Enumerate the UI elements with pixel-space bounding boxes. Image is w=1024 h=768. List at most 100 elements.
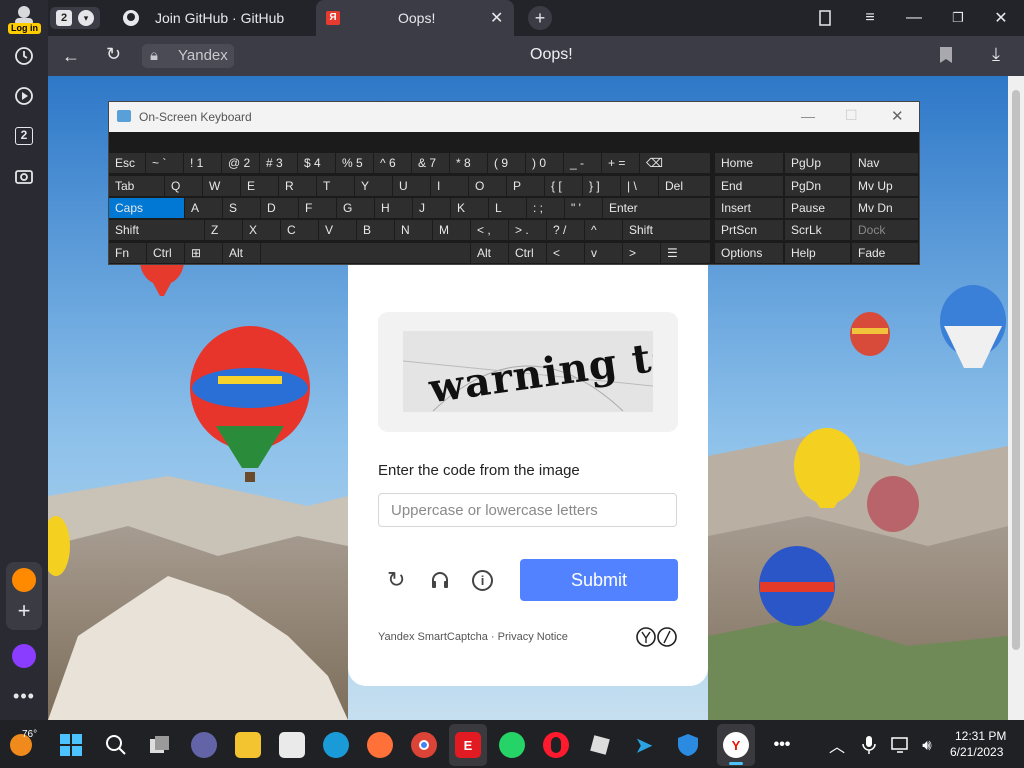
- osk-nav-key[interactable]: Insert: [715, 198, 783, 218]
- osk-title-bar[interactable]: On-Screen Keyboard — ☐ ✕: [109, 102, 919, 132]
- osk-key[interactable]: ⊞: [185, 243, 222, 263]
- info-icon[interactable]: i: [472, 570, 493, 591]
- roblox-icon[interactable]: [587, 732, 613, 758]
- osk-key[interactable]: H: [375, 198, 412, 218]
- osk-key[interactable]: Del: [659, 176, 710, 196]
- clock-date[interactable]: 6/21/2023: [950, 745, 1003, 759]
- collections-icon[interactable]: [815, 0, 835, 36]
- osk-key[interactable]: Ctrl: [147, 243, 184, 263]
- search-icon[interactable]: [103, 732, 129, 758]
- tabs-count-icon[interactable]: 2: [12, 124, 36, 148]
- osk-key[interactable]: G: [337, 198, 374, 218]
- osk-nav-key[interactable]: Dock: [852, 220, 918, 240]
- osk-key[interactable]: S: [223, 198, 260, 218]
- osk-key[interactable]: U: [393, 176, 430, 196]
- osk-key[interactable]: v: [585, 243, 622, 263]
- osk-key[interactable]: N: [395, 220, 432, 240]
- osk-key[interactable]: D: [261, 198, 298, 218]
- restore-icon[interactable]: ❐: [948, 0, 968, 36]
- reload-captcha-icon[interactable]: ↻: [387, 567, 405, 593]
- osk-nav-key[interactable]: PgUp: [785, 153, 850, 173]
- osk-key[interactable]: @ 2: [222, 153, 259, 173]
- new-tab-button[interactable]: +: [528, 6, 552, 30]
- osk-key[interactable]: & 7: [412, 153, 449, 173]
- osk-nav-key[interactable]: PrtScn: [715, 220, 783, 240]
- menu-icon[interactable]: ≡: [860, 0, 880, 36]
- more-icon[interactable]: •••: [12, 684, 36, 708]
- osk-key[interactable]: > .: [509, 220, 546, 240]
- alice-assistant-icon[interactable]: [12, 644, 36, 668]
- osk-key[interactable]: : ;: [527, 198, 564, 218]
- osk-key[interactable]: ! 1: [184, 153, 221, 173]
- osk-key[interactable]: Caps: [109, 198, 184, 218]
- more-apps-icon[interactable]: •••: [769, 732, 795, 758]
- yandex-browser-icon[interactable]: Y: [723, 732, 749, 758]
- history-icon[interactable]: [12, 44, 36, 68]
- whatsapp-icon[interactable]: [499, 732, 525, 758]
- network-icon[interactable]: [888, 732, 914, 758]
- osk-key[interactable]: Tab: [109, 176, 164, 196]
- osk-key[interactable]: X: [243, 220, 280, 240]
- security-shield-icon[interactable]: [675, 732, 701, 758]
- osk-key[interactable]: Esc: [109, 153, 145, 173]
- login-badge[interactable]: Log in: [8, 23, 41, 34]
- close-tab-icon[interactable]: ✕: [490, 8, 503, 28]
- osk-key[interactable]: W: [203, 176, 240, 196]
- osk-key[interactable]: B: [357, 220, 394, 240]
- osk-close-icon[interactable]: ✕: [891, 107, 904, 125]
- bookmark-icon[interactable]: [940, 47, 952, 68]
- back-icon[interactable]: ←: [62, 46, 80, 67]
- osk-key[interactable]: I: [431, 176, 468, 196]
- tab-group-counter[interactable]: 2 ▾: [50, 7, 100, 29]
- site-chip[interactable]: 🔒︎ Yandex: [142, 44, 234, 68]
- osk-key[interactable]: _ -: [564, 153, 601, 173]
- osk-key[interactable]: E: [241, 176, 278, 196]
- osk-key[interactable]: * 8: [450, 153, 487, 173]
- audio-captcha-icon[interactable]: [430, 570, 450, 595]
- download-icon[interactable]: ⤓: [992, 44, 1000, 65]
- task-view-icon[interactable]: [147, 732, 173, 758]
- osk-nav-key[interactable]: Options: [715, 243, 783, 263]
- clock-time[interactable]: 12:31 PM: [955, 729, 1006, 743]
- osk-key[interactable]: Shift: [623, 220, 710, 240]
- chrome-icon[interactable]: [411, 732, 437, 758]
- firefox-icon[interactable]: [367, 732, 393, 758]
- osk-nav-key[interactable]: Mv Dn: [852, 198, 918, 218]
- minimize-icon[interactable]: —: [904, 0, 924, 36]
- osk-key[interactable]: ^ 6: [374, 153, 411, 173]
- osk-key[interactable]: L: [489, 198, 526, 218]
- osk-nav-key[interactable]: PgDn: [785, 176, 850, 196]
- osk-nav-key[interactable]: ScrLk: [785, 220, 850, 240]
- tab-oops[interactable]: Я Oops! ✕: [316, 0, 514, 36]
- tray-chevron-icon[interactable]: ︿: [824, 732, 850, 758]
- add-app-icon[interactable]: +: [12, 600, 36, 624]
- text-editor-app-icon[interactable]: E: [455, 732, 481, 758]
- osk-key[interactable]: ) 0: [526, 153, 563, 173]
- osk-nav-key[interactable]: Nav: [852, 153, 918, 173]
- volume-icon[interactable]: 🔊︎: [914, 732, 940, 758]
- screenshot-icon[interactable]: [12, 164, 36, 188]
- profile-avatar[interactable]: Log in: [8, 2, 41, 34]
- osk-key[interactable]: C: [281, 220, 318, 240]
- osk-key[interactable]: " ': [565, 198, 602, 218]
- submit-button[interactable]: Submit: [520, 559, 678, 601]
- osk-key[interactable]: } ]: [583, 176, 620, 196]
- osk-key[interactable]: ^: [585, 220, 622, 240]
- osk-key[interactable]: K: [451, 198, 488, 218]
- osk-key[interactable]: Ctrl: [509, 243, 546, 263]
- osk-key[interactable]: ⌫: [640, 153, 710, 173]
- osk-key[interactable]: ~ `: [146, 153, 183, 173]
- page-scrollbar[interactable]: [1008, 76, 1024, 720]
- osk-key[interactable]: | \: [621, 176, 658, 196]
- osk-key[interactable]: Alt: [471, 243, 508, 263]
- osk-key[interactable]: Alt: [223, 243, 260, 263]
- osk-key[interactable]: >: [623, 243, 660, 263]
- osk-nav-key[interactable]: Mv Up: [852, 176, 918, 196]
- mail-app-icon[interactable]: [12, 568, 36, 592]
- osk-key[interactable]: ☰: [661, 243, 710, 263]
- chevron-down-icon[interactable]: ▾: [78, 10, 94, 26]
- osk-key[interactable]: R: [279, 176, 316, 196]
- osk-key[interactable]: Fn: [109, 243, 146, 263]
- osk-key[interactable]: Shift: [109, 220, 204, 240]
- osk-key[interactable]: { [: [545, 176, 582, 196]
